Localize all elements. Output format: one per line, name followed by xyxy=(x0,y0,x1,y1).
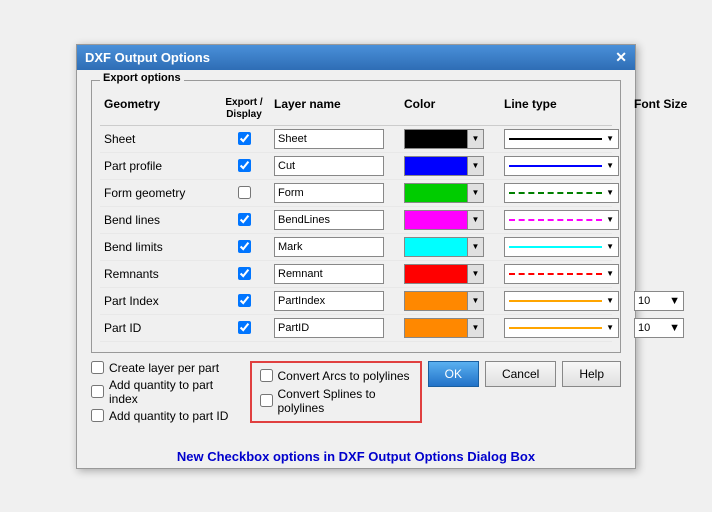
linetype-dropdown[interactable]: ▼ xyxy=(504,318,619,338)
geometry-label: Bend lines xyxy=(104,213,214,227)
table-row: Bend limits ▼ ▼ xyxy=(100,234,612,261)
convert-options-box: Convert Arcs to polylines Convert Spline… xyxy=(250,361,422,423)
convert-checkbox-1[interactable]: Convert Splines to polylines xyxy=(260,387,412,415)
color-dropdown[interactable]: ▼ xyxy=(404,237,484,257)
ok-button[interactable]: OK xyxy=(428,361,479,387)
color-dropdown[interactable]: ▼ xyxy=(404,183,484,203)
geometry-label: Part Index xyxy=(104,294,214,308)
linetype-dropdown[interactable]: ▼ xyxy=(504,210,619,230)
export-checkbox[interactable] xyxy=(238,267,251,280)
linetype-dropdown[interactable]: ▼ xyxy=(504,291,619,311)
geometry-label: Form geometry xyxy=(104,186,214,200)
color-dropdown-arrow[interactable]: ▼ xyxy=(467,238,483,256)
bottom-checkboxes: Create layer per part Add quantity to pa… xyxy=(91,361,240,423)
color-dropdown-arrow[interactable]: ▼ xyxy=(467,130,483,148)
title-bar: DXF Output Options ✕ xyxy=(77,45,635,70)
layer-name-input[interactable] xyxy=(274,129,384,149)
table-header: Geometry Export / Display Layer name Col… xyxy=(100,93,612,126)
header-linetype: Line type xyxy=(504,97,634,121)
table-row: Remnants ▼ ▼ xyxy=(100,261,612,288)
geometry-label: Remnants xyxy=(104,267,214,281)
color-dropdown[interactable]: ▼ xyxy=(404,210,484,230)
bottom-checkbox-0[interactable]: Create layer per part xyxy=(91,361,240,375)
color-dropdown[interactable]: ▼ xyxy=(404,129,484,149)
linetype-dropdown[interactable]: ▼ xyxy=(504,183,619,203)
dxf-output-dialog: DXF Output Options ✕ Export options Geom… xyxy=(76,44,636,469)
export-options-group: Export options Geometry Export / Display… xyxy=(91,80,621,353)
table-row: Form geometry ▼ ▼ xyxy=(100,180,612,207)
convert-checkbox-0[interactable]: Convert Arcs to polylines xyxy=(260,369,412,383)
table-row: Part profile ▼ ▼ xyxy=(100,153,612,180)
table-row: Bend lines ▼ ▼ xyxy=(100,207,612,234)
bottom-checkbox-2[interactable]: Add quantity to part ID xyxy=(91,409,240,423)
header-export: Export / Display xyxy=(214,97,274,121)
geometry-label: Part ID xyxy=(104,321,214,335)
layer-name-input[interactable] xyxy=(274,264,384,284)
bottom-checkbox-1[interactable]: Add quantity to part index xyxy=(91,378,240,406)
layer-name-input[interactable] xyxy=(274,183,384,203)
table-row: Part ID ▼ ▼ 1 xyxy=(100,315,612,342)
export-checkbox[interactable] xyxy=(238,186,251,199)
color-dropdown-arrow[interactable]: ▼ xyxy=(467,292,483,310)
color-dropdown[interactable]: ▼ xyxy=(404,291,484,311)
export-checkbox[interactable] xyxy=(238,213,251,226)
table-rows: Sheet ▼ ▼ Part xyxy=(100,126,612,342)
export-checkbox[interactable] xyxy=(238,159,251,172)
header-layer: Layer name xyxy=(274,97,404,121)
header-color: Color xyxy=(404,97,504,121)
caption-text: New Checkbox options in DXF Output Optio… xyxy=(77,441,635,468)
export-checkbox[interactable] xyxy=(238,294,251,307)
color-dropdown-arrow[interactable]: ▼ xyxy=(467,265,483,283)
color-dropdown[interactable]: ▼ xyxy=(404,156,484,176)
help-button[interactable]: Help xyxy=(562,361,621,387)
geometry-label: Part profile xyxy=(104,159,214,173)
close-button[interactable]: ✕ xyxy=(615,50,627,64)
table-row: Part Index ▼ ▼ xyxy=(100,288,612,315)
color-dropdown[interactable]: ▼ xyxy=(404,264,484,284)
export-checkbox[interactable] xyxy=(238,240,251,253)
color-dropdown-arrow[interactable]: ▼ xyxy=(467,319,483,337)
table-row: Sheet ▼ ▼ xyxy=(100,126,612,153)
color-dropdown[interactable]: ▼ xyxy=(404,318,484,338)
linetype-dropdown[interactable]: ▼ xyxy=(504,237,619,257)
linetype-dropdown[interactable]: ▼ xyxy=(504,129,619,149)
layer-name-input[interactable] xyxy=(274,318,384,338)
dialog-title: DXF Output Options xyxy=(85,50,210,65)
layer-name-input[interactable] xyxy=(274,237,384,257)
fontsize-dropdown[interactable]: 10 ▼ xyxy=(634,318,684,338)
dialog-body: Export options Geometry Export / Display… xyxy=(77,70,635,441)
color-dropdown-arrow[interactable]: ▼ xyxy=(467,211,483,229)
linetype-dropdown[interactable]: ▼ xyxy=(504,156,619,176)
header-geometry: Geometry xyxy=(104,97,214,121)
export-checkbox[interactable] xyxy=(238,321,251,334)
geometry-label: Bend limits xyxy=(104,240,214,254)
layer-name-input[interactable] xyxy=(274,156,384,176)
layer-name-input[interactable] xyxy=(274,291,384,311)
cancel-button[interactable]: Cancel xyxy=(485,361,556,387)
button-row: OK Cancel Help xyxy=(428,361,621,387)
linetype-dropdown[interactable]: ▼ xyxy=(504,264,619,284)
color-dropdown-arrow[interactable]: ▼ xyxy=(467,184,483,202)
geometry-label: Sheet xyxy=(104,132,214,146)
header-fontsize: Font Size xyxy=(634,97,704,121)
color-dropdown-arrow[interactable]: ▼ xyxy=(467,157,483,175)
export-checkbox[interactable] xyxy=(238,132,251,145)
group-label: Export options xyxy=(100,72,184,84)
fontsize-dropdown[interactable]: 10 ▼ xyxy=(634,291,684,311)
layer-name-input[interactable] xyxy=(274,210,384,230)
